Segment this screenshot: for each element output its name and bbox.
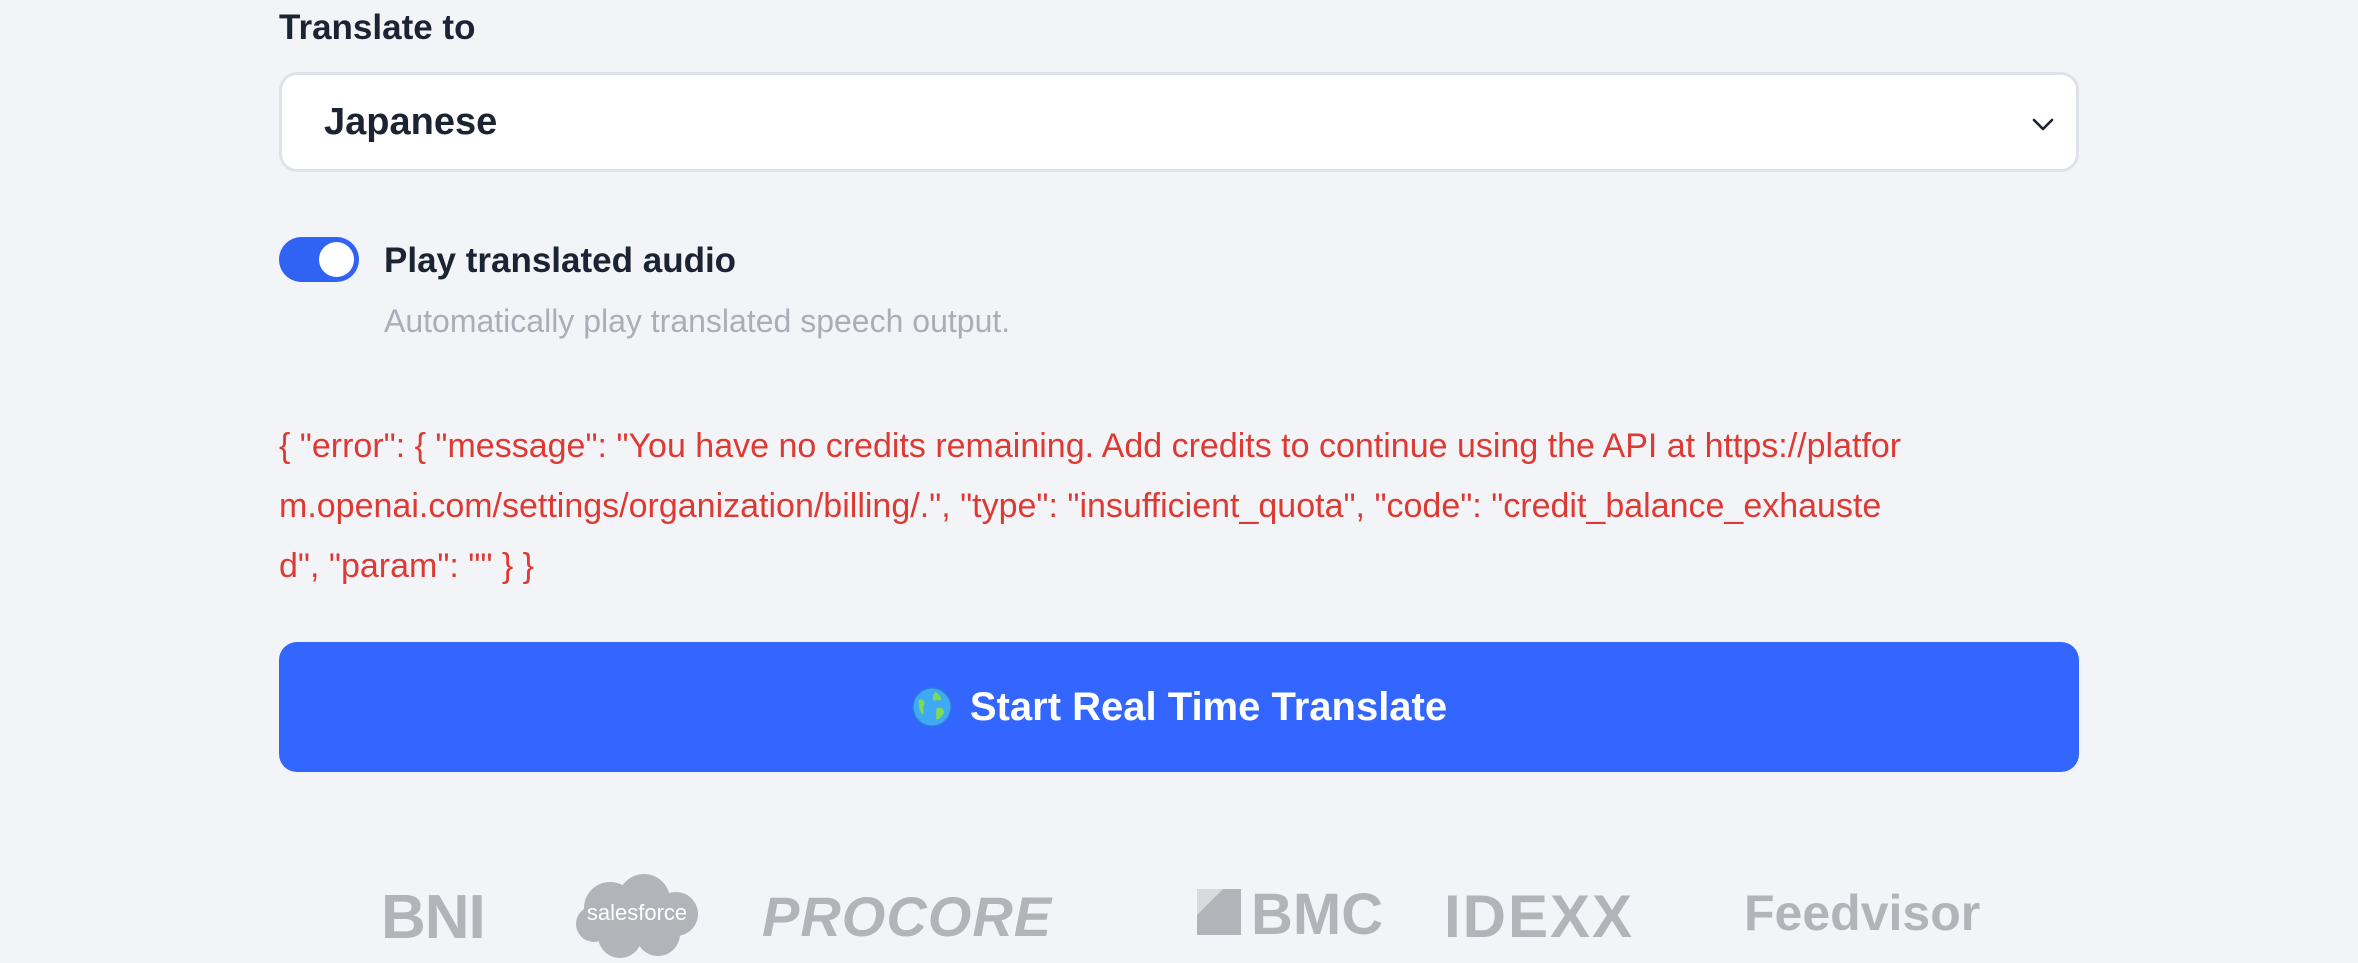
translate-page: Translate to Japanese Play translated au…	[0, 0, 2358, 963]
bmc-logo-text: BMC	[1251, 882, 1384, 947]
feedvisor-logo: Feedvisor	[1744, 885, 1981, 941]
bni-logo: BNI	[381, 883, 486, 952]
start-translate-button[interactable]: Start Real Time Translate	[279, 642, 2079, 772]
language-select[interactable]: Japanese	[279, 72, 2079, 172]
language-select-value: Japanese	[324, 101, 498, 143]
translate-to-label: Translate to	[279, 8, 476, 47]
play-audio-description: Automatically play translated speech out…	[384, 303, 1011, 339]
idexx-logo: IDEXX	[1444, 883, 1635, 950]
salesforce-logo-text: salesforce	[586, 900, 688, 925]
play-audio-label: Play translated audio	[384, 241, 737, 280]
bmc-mark-icon	[1197, 889, 1241, 935]
chevron-down-icon	[2032, 118, 2054, 131]
play-audio-toggle[interactable]	[279, 237, 359, 282]
customer-logos: BNI salesforce PROCORE BMC IDEXX Feedvis…	[0, 862, 2358, 963]
start-translate-label: Start Real Time Translate	[969, 684, 1448, 729]
error-message: { "error": { "message": "You have no cre…	[279, 427, 1902, 585]
salesforce-logo: salesforce	[572, 870, 702, 960]
toggle-knob	[319, 242, 354, 277]
procore-logo: PROCORE	[762, 885, 1053, 948]
globe-icon	[912, 687, 952, 727]
